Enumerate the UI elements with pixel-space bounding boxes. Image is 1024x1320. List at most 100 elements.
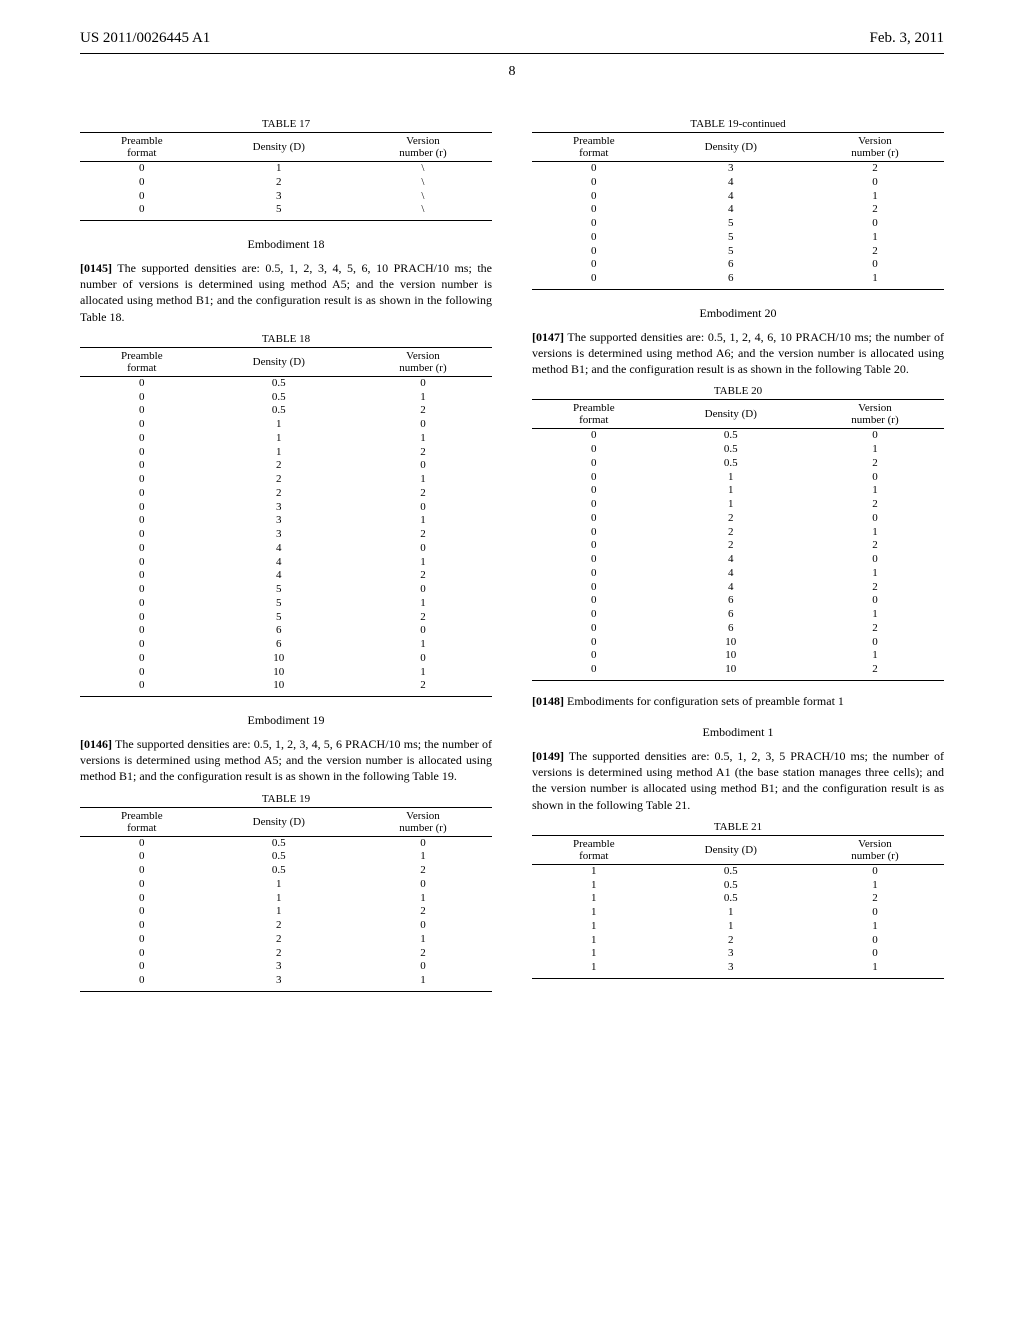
- table-cell: 2: [354, 487, 492, 501]
- table-19c-caption: TABLE 19-continued: [532, 118, 944, 130]
- table-row: 00.51: [80, 850, 492, 864]
- table-cell: 0: [532, 581, 656, 595]
- table-cell: 2: [806, 539, 944, 553]
- table-cell: 0: [532, 457, 656, 471]
- table-cell: 1: [532, 906, 656, 920]
- embodiment-18-title: Embodiment 18: [80, 237, 492, 252]
- table-row: 00.51: [532, 443, 944, 457]
- publication-number: US 2011/0026445 A1: [80, 30, 210, 47]
- left-column: TABLE 17 PreambleformatDensity (D)Versio…: [80, 110, 492, 1004]
- table-cell: 4: [204, 556, 354, 570]
- table-cell: 3: [204, 514, 354, 528]
- table-cell: 0: [806, 512, 944, 526]
- table-cell: 0: [354, 960, 492, 974]
- paragraph-0145: [0145] The supported densities are: 0.5,…: [80, 260, 492, 325]
- table-cell: 0: [80, 611, 204, 625]
- table-cell: 3: [204, 974, 354, 991]
- table-cell: 6: [656, 258, 806, 272]
- table-row: 021: [80, 473, 492, 487]
- paragraph-number: [0146]: [80, 737, 112, 751]
- table-row: 10.52: [532, 892, 944, 906]
- table-cell: 0: [532, 567, 656, 581]
- table-row: 062: [532, 622, 944, 636]
- table-row: 01\: [80, 162, 492, 176]
- table-17-caption: TABLE 17: [80, 118, 492, 130]
- table-cell: 1: [532, 864, 656, 878]
- table-row: 040: [532, 553, 944, 567]
- table-cell: 0: [80, 446, 204, 460]
- table-row: 0101: [80, 666, 492, 680]
- table-cell: 1: [204, 432, 354, 446]
- table-cell: 2: [204, 947, 354, 961]
- table-row: 030: [80, 960, 492, 974]
- table-row: 010: [80, 878, 492, 892]
- table-cell: 3: [204, 190, 354, 204]
- table-cell: 0: [80, 597, 204, 611]
- table-cell: 0: [532, 636, 656, 650]
- table-row: 011: [80, 892, 492, 906]
- table-cell: 0: [354, 583, 492, 597]
- table-cell: 4: [656, 581, 806, 595]
- table-cell: 0: [532, 203, 656, 217]
- table-cell: 2: [354, 679, 492, 696]
- table-cell: 4: [656, 190, 806, 204]
- table-cell: 1: [354, 933, 492, 947]
- table-cell: 0: [80, 666, 204, 680]
- table-cell: 0.5: [204, 391, 354, 405]
- table-header: Versionnumber (r): [806, 400, 944, 429]
- table-row: 130: [532, 947, 944, 961]
- table-19: PreambleformatDensity (D)Versionnumber (…: [80, 807, 492, 992]
- table-cell: 1: [204, 418, 354, 432]
- table-row: 041: [532, 190, 944, 204]
- table-row: 060: [80, 624, 492, 638]
- table-header: Versionnumber (r): [806, 835, 944, 864]
- table-18-caption: TABLE 18: [80, 333, 492, 345]
- table-row: 021: [80, 933, 492, 947]
- table-cell: 0: [80, 190, 204, 204]
- table-row: 012: [532, 498, 944, 512]
- table-header: Density (D): [204, 807, 354, 836]
- table-cell: 2: [354, 528, 492, 542]
- table-row: 011: [532, 484, 944, 498]
- table-cell: 1: [204, 905, 354, 919]
- table-cell: 0: [532, 245, 656, 259]
- table-cell: 1: [204, 878, 354, 892]
- table-cell: 0: [80, 404, 204, 418]
- table-cell: 1: [204, 446, 354, 460]
- table-cell: 0: [806, 934, 944, 948]
- table-cell: 5: [204, 583, 354, 597]
- table-cell: 0: [532, 608, 656, 622]
- table-cell: 1: [806, 879, 944, 893]
- table-cell: 2: [806, 498, 944, 512]
- table-cell: 0: [532, 471, 656, 485]
- table-row: 061: [532, 608, 944, 622]
- page-number: 8: [80, 64, 944, 80]
- table-cell: 0: [532, 217, 656, 231]
- table-row: 020: [80, 459, 492, 473]
- table-cell: 0: [80, 919, 204, 933]
- table-row: 00.52: [80, 404, 492, 418]
- table-cell: 1: [354, 974, 492, 991]
- table-18: PreambleformatDensity (D)Versionnumber (…: [80, 347, 492, 697]
- table-cell: 0: [532, 663, 656, 680]
- table-header: Preambleformat: [80, 347, 204, 376]
- table-row: 03\: [80, 190, 492, 204]
- table-cell: 1: [532, 934, 656, 948]
- table-cell: 2: [204, 473, 354, 487]
- table-row: 022: [80, 487, 492, 501]
- table-cell: 3: [204, 528, 354, 542]
- table-header: Density (D): [656, 400, 806, 429]
- table-cell: \: [354, 162, 492, 176]
- table-cell: 1: [656, 498, 806, 512]
- table-cell: 2: [806, 203, 944, 217]
- table-cell: 0: [80, 176, 204, 190]
- table-row: 022: [80, 947, 492, 961]
- table-cell: 1: [354, 432, 492, 446]
- table-cell: 1: [806, 920, 944, 934]
- table-cell: 0: [532, 258, 656, 272]
- table-row: 0102: [532, 663, 944, 680]
- table-cell: 5: [656, 217, 806, 231]
- table-cell: 4: [656, 567, 806, 581]
- table-cell: 1: [354, 473, 492, 487]
- table-cell: 0: [532, 526, 656, 540]
